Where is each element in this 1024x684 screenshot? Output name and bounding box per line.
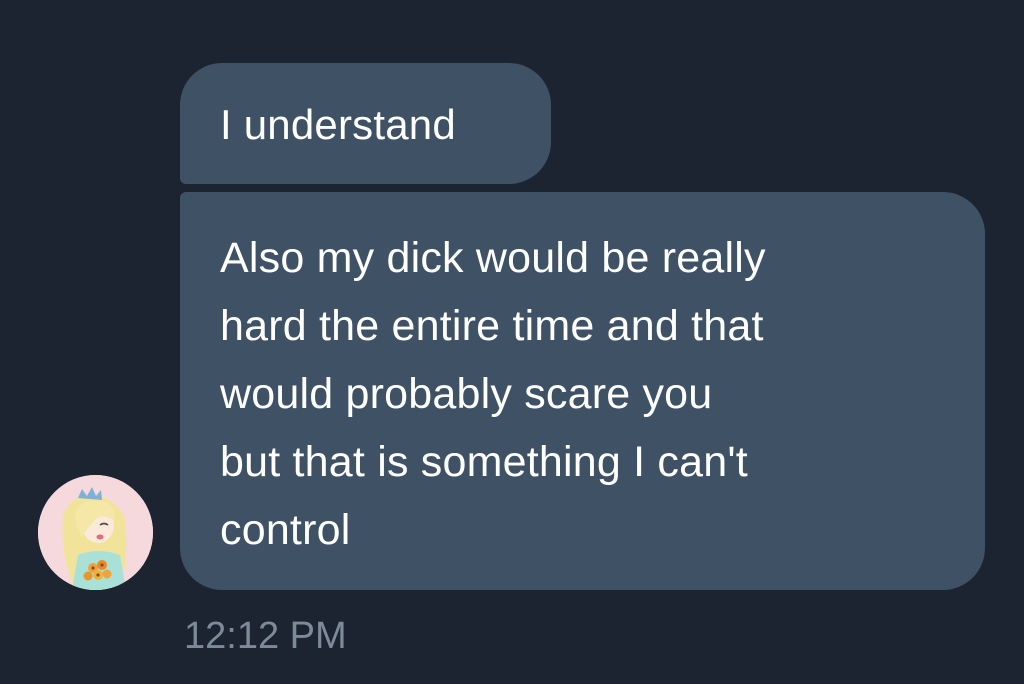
message-timestamp: 12:12 PM — [184, 615, 347, 657]
user-avatar-icon — [38, 475, 153, 590]
message-text: I understand — [220, 101, 456, 148]
message-bubble[interactable]: I understand — [180, 63, 551, 184]
message-bubble[interactable]: Also my dick would be really hard the en… — [180, 192, 985, 590]
message-thread: I understand Also my dick would be reall… — [0, 0, 1024, 684]
message-text: Also my dick would be really hard the en… — [220, 234, 766, 554]
sender-avatar[interactable] — [38, 475, 153, 590]
